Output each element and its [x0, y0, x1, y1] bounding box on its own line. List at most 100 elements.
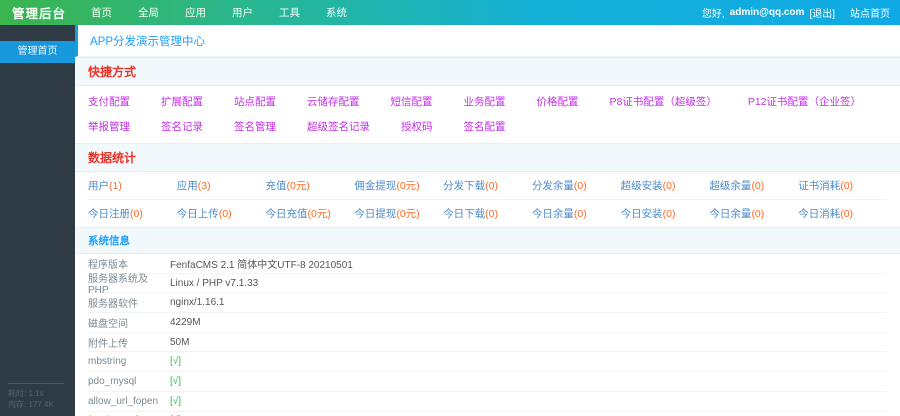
stat-link[interactable]: 今日提现 — [354, 208, 396, 220]
quick-link[interactable]: 短信配置 — [391, 94, 433, 109]
topbar-nav: 首页 全局 应用 用户 工具 系统 — [78, 0, 360, 25]
section-header-quick: 快捷方式 — [75, 57, 900, 86]
quick-link[interactable]: 业务配置 — [464, 94, 506, 109]
sidebar-footer-line: 耗时: 1.1s — [8, 389, 44, 398]
stat-cell: 今日上传(0) — [177, 200, 266, 227]
topbar: 管理后台 首页 全局 应用 用户 工具 系统 您好, admin@qq.com [退出] … — [0, 0, 900, 25]
sysinfo-value: Linux / PHP v7.1.33 — [170, 277, 259, 289]
sidebar-footer-divider — [8, 383, 64, 384]
section-header-sysinfo: 系统信息 — [75, 227, 900, 254]
stat-value: (0) — [662, 180, 676, 192]
topbar-nav-item[interactable]: 首页 — [78, 5, 125, 20]
sysinfo-row: 服务器软件 nginx/1.16.1 — [88, 293, 887, 314]
stat-value: (0) — [485, 180, 498, 192]
stat-cell: 证书消耗(0) — [798, 172, 887, 199]
stat-link[interactable]: 佣金提现 — [354, 180, 396, 192]
stat-cell: 今日余量(0) — [709, 200, 798, 227]
admin-app: 管理后台 首页 全局 应用 用户 工具 系统 您好, admin@qq.com [退出] … — [0, 0, 900, 416]
stat-link[interactable]: 用户 — [88, 180, 109, 192]
stat-cell: 充值(0元) — [266, 172, 355, 199]
stat-value: (0) — [573, 208, 587, 220]
stat-link[interactable]: 分发下载 — [443, 180, 485, 192]
greeting-text: 您好, — [701, 9, 725, 20]
stat-link[interactable]: 今日余量 — [532, 208, 574, 220]
sysinfo-label: 服务器软件 — [88, 299, 138, 311]
stat-link[interactable]: 今日余量 — [709, 208, 751, 220]
section-title-sysinfo: 系统信息 — [88, 235, 130, 247]
quick-link[interactable]: 签名管理 — [234, 119, 276, 134]
sysinfo-panel: 程序版本 FenfaCMS 2.1 简体中文UTF-8 20210501 服务器系统… — [75, 254, 900, 416]
sysinfo-label: 附件上传 — [88, 338, 128, 350]
sidebar-debug-info: 耗时: 1.1s 内存: 177.4K — [0, 379, 75, 416]
stat-value: (0) — [485, 208, 498, 220]
page-title: APP分发演示管理中心 — [90, 36, 206, 48]
topbar-nav-item[interactable]: 系统 — [313, 5, 360, 20]
app-logo: 管理后台 — [12, 7, 67, 21]
stat-cell: 分发下载(0) — [443, 172, 532, 199]
stat-link[interactable]: 今日下载 — [443, 208, 485, 220]
quick-link[interactable]: 站点配置 — [234, 94, 276, 109]
sysinfo-row: 服务器系统及 PHP Linux / PHP v7.1.33 — [88, 274, 887, 296]
stat-value: (0) — [751, 180, 765, 192]
stat-value: (0元) — [286, 180, 310, 192]
stat-cell: 超级安装(0) — [621, 172, 710, 199]
quick-link[interactable]: 超级签名记录 — [307, 119, 370, 134]
quick-links-row: 举报管理 签名记录 签名管理 超级签名记录 授权码 签名配置 — [88, 114, 887, 139]
stat-cell: 分发余量(0) — [532, 172, 621, 199]
sysinfo-value: 50M — [170, 336, 190, 348]
quick-link[interactable]: 云储存配置 — [307, 94, 360, 109]
quick-link[interactable]: 签名配置 — [464, 119, 506, 134]
stat-link[interactable]: 今日上传 — [177, 208, 219, 220]
sysinfo-value: FenfaCMS 2.1 简体中文UTF-8 20210501 — [170, 259, 353, 271]
quick-link[interactable]: 价格配置 — [537, 94, 579, 109]
quick-link[interactable]: P8证书配置（超级签） — [610, 94, 717, 109]
stat-link[interactable]: 应用 — [177, 180, 198, 192]
stat-link[interactable]: 今日充值 — [266, 208, 308, 220]
quick-link[interactable]: 授权码 — [401, 119, 433, 134]
sysinfo-label: 服务器系统及 PHP — [88, 274, 148, 297]
site-home-link[interactable]: 站点首页 — [850, 5, 890, 20]
stat-cell: 超级余量(0) — [709, 172, 798, 199]
sysinfo-label: mbstring — [88, 356, 127, 368]
sysinfo-row: mbstring [√] — [88, 352, 887, 373]
stat-cell: 佣金提现(0元) — [354, 172, 443, 199]
sysinfo-label: pdo_mysql — [88, 375, 137, 387]
stat-value: (0) — [573, 180, 587, 192]
topbar-nav-item[interactable]: 用户 — [219, 5, 266, 20]
sidebar-item-admin-home[interactable]: 管理首页 — [0, 41, 75, 63]
quick-link[interactable]: P12证书配置（企业签） — [748, 94, 861, 109]
stat-link[interactable]: 充值 — [266, 180, 287, 192]
stat-cell: 今日提现(0元) — [354, 200, 443, 227]
section-header-stats: 数据统计 — [75, 143, 900, 172]
sysinfo-row: pdo_mysql [√] — [88, 372, 887, 392]
stat-cell: 今日安装(0) — [621, 200, 710, 227]
stat-link[interactable]: 超级安装 — [621, 180, 663, 192]
stat-link[interactable]: 今日安装 — [621, 208, 663, 220]
stat-value: (1) — [109, 180, 122, 192]
sysinfo-label: allow_url_fopen — [88, 395, 159, 407]
stat-link[interactable]: 超级余量 — [709, 180, 751, 192]
stat-link[interactable]: 今日消耗 — [798, 208, 840, 220]
stat-link[interactable]: 证书消耗 — [798, 180, 840, 192]
sysinfo-row: 磁盘空间 4229M — [88, 313, 887, 333]
quick-link[interactable]: 支付配置 — [88, 94, 130, 109]
stat-value: (3) — [197, 180, 211, 192]
stat-cell: 今日注册(0) — [88, 200, 177, 227]
quick-link[interactable]: 签名记录 — [161, 119, 203, 134]
quick-links-row: 支付配置 扩展配置 站点配置 云储存配置 短信配置 业务配置 价格配置 P8证书配置（超级签）… — [88, 89, 887, 114]
quick-link[interactable]: 扩展配置 — [161, 94, 203, 109]
quick-links: 支付配置 扩展配置 站点配置 云储存配置 短信配置 业务配置 价格配置 P8证书配置（超级签）… — [75, 86, 900, 143]
sysinfo-row: 程序版本 FenfaCMS 2.1 简体中文UTF-8 20210501 — [88, 254, 887, 274]
topbar-nav-item[interactable]: 全局 — [125, 5, 172, 20]
stat-cell: 今日余量(0) — [532, 200, 621, 227]
stat-link[interactable]: 分发余量 — [532, 180, 574, 192]
stat-value: (0元) — [307, 208, 331, 220]
stat-link[interactable]: 今日注册 — [88, 208, 130, 220]
quick-link[interactable]: 举报管理 — [88, 119, 130, 134]
stat-value: (0元) — [396, 180, 420, 192]
topbar-nav-item[interactable]: 应用 — [172, 5, 219, 20]
stats-panel: 用户(1) 应用(3) 充值(0元) 佣金提现(0元) 分发下载(0) 分发余量(0) 超级… — [75, 172, 900, 227]
check-mark: [√] — [170, 356, 182, 368]
logout-link[interactable]: [退出] — [809, 5, 835, 20]
topbar-nav-item[interactable]: 工具 — [266, 5, 313, 20]
